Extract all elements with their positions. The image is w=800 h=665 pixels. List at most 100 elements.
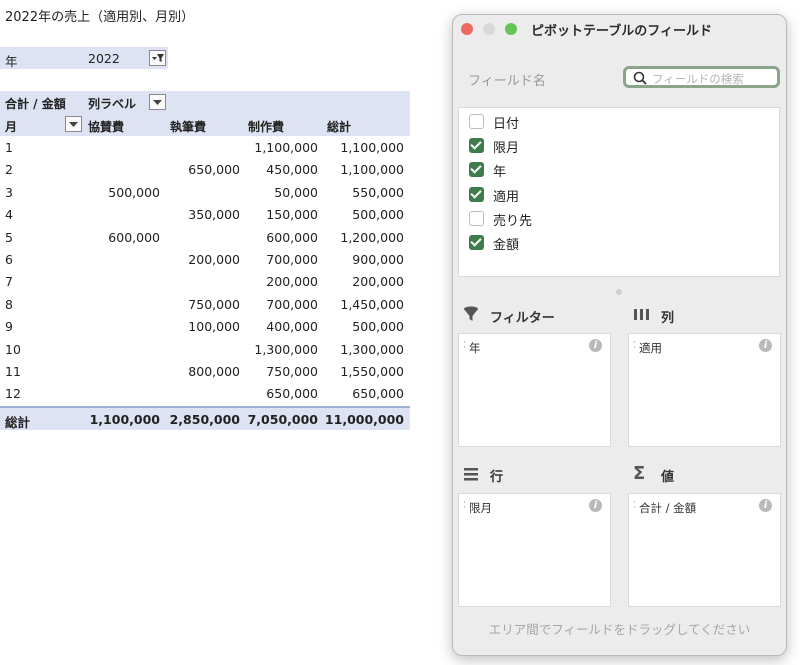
field-checkbox[interactable] — [469, 114, 484, 129]
row-labels-header: 月 — [5, 120, 18, 134]
values-area-title: 値 — [661, 470, 675, 485]
table-row: 7 200,000 200,000 — [0, 270, 410, 292]
field-label: 年 — [493, 165, 507, 180]
value-cell: 200,000 — [266, 274, 318, 290]
month-cell: 7 — [5, 274, 13, 290]
rows-area-title: 行 — [490, 470, 504, 485]
table-row: 11 800,000 750,000 1,550,000 — [0, 360, 410, 382]
column-header-seisaku: 制作費 — [248, 120, 285, 134]
value-cell: 550,000 — [352, 184, 404, 200]
field-checkbox[interactable] — [469, 187, 484, 202]
field-checkbox[interactable] — [469, 138, 484, 153]
value-cell: 1,100,000 — [340, 162, 404, 178]
report-filter-row: 年 2022 — [0, 47, 168, 69]
value-cell: 650,000 — [266, 386, 318, 402]
month-cell: 9 — [5, 319, 13, 335]
month-cell: 11 — [5, 364, 21, 379]
table-row: 9 100,000 400,000 500,000 — [0, 315, 410, 337]
drag-handle-icon[interactable]: · · — [633, 499, 636, 513]
value-cell: 1,100,000 — [254, 140, 318, 155]
field-checkbox[interactable] — [469, 162, 484, 177]
value-cell: 1,450,000 — [340, 296, 404, 312]
value-cell: 1,550,000 — [340, 364, 404, 379]
rows-area-item[interactable]: · · 限月 — [463, 499, 492, 516]
table-row: 6 200,000 700,000 900,000 — [0, 248, 410, 270]
field-name-label: フィールド名 — [468, 74, 546, 89]
value-cell: 150,000 — [266, 207, 318, 223]
info-icon[interactable]: i — [589, 339, 602, 352]
info-icon[interactable]: i — [759, 499, 772, 512]
report-filter-dropdown-button[interactable] — [149, 50, 166, 66]
field-label: 限月 — [493, 141, 520, 156]
table-row: 1 1,100,000 1,100,000 — [0, 136, 410, 158]
value-cell: 600,000 — [266, 229, 318, 245]
pivot-corner-label: 合計 / 金額 — [5, 97, 66, 111]
field-label: 金額 — [493, 238, 520, 253]
info-icon[interactable]: i — [759, 339, 772, 352]
value-cell: 200,000 — [352, 274, 404, 290]
columns-icon — [634, 309, 649, 320]
panel-splitter-handle[interactable] — [616, 289, 622, 295]
value-cell: 1,300,000 — [340, 341, 404, 357]
close-window-button[interactable] — [461, 23, 473, 35]
value-cell: 700,000 — [266, 296, 318, 312]
value-cell: 750,000 — [266, 364, 318, 379]
value-cell: 500,000 — [352, 319, 404, 335]
table-row: 12 650,000 650,000 — [0, 382, 410, 404]
drag-handle-icon[interactable]: · · — [633, 339, 636, 353]
grand-total-cell: 11,000,000 — [324, 411, 404, 427]
panel-titlebar[interactable]: ピボットテーブルのフィールド — [453, 15, 786, 43]
value-cell: 450,000 — [266, 162, 318, 178]
values-area-item[interactable]: · · 合計 / 金額 — [633, 499, 696, 516]
filter-dropdown-icon — [152, 54, 164, 62]
value-cell: 400,000 — [266, 319, 318, 335]
month-cell: 5 — [5, 229, 13, 245]
search-icon — [633, 71, 647, 85]
value-cell: 1,300,000 — [254, 341, 318, 357]
value-cell: 800,000 — [188, 364, 240, 379]
columns-area-box[interactable]: · · 適用 i — [628, 333, 781, 447]
field-checkbox[interactable] — [469, 235, 484, 250]
month-cell: 4 — [5, 207, 13, 223]
value-cell: 900,000 — [352, 252, 404, 267]
month-cell: 1 — [5, 140, 13, 155]
column-header-shippitsu: 執筆費 — [170, 120, 207, 134]
field-list: 日付 限月 年 適用 売り先 金額 — [458, 107, 780, 277]
grand-total-cell: 1,100,000 — [89, 411, 160, 427]
table-row: 3 500,000 50,000 550,000 — [0, 181, 410, 203]
table-row: 10 1,300,000 1,300,000 — [0, 338, 410, 360]
field-label: 日付 — [493, 117, 520, 132]
drag-hint-text: エリア間でフィールドをドラッグしてください — [488, 622, 751, 637]
values-area-box[interactable]: · · 合計 / 金額 i — [628, 493, 781, 607]
minimize-window-button[interactable] — [483, 23, 495, 35]
pivot-header: 合計 / 金額 列ラベル 月 協賛費 執筆費 制作費 総計 — [0, 91, 410, 136]
month-cell: 10 — [5, 341, 21, 357]
field-checkbox[interactable] — [469, 211, 484, 226]
value-cell: 1,200,000 — [340, 229, 404, 245]
info-icon[interactable]: i — [589, 499, 602, 512]
zoom-window-button[interactable] — [505, 23, 517, 35]
columns-area-item-label: 適用 — [639, 341, 662, 355]
value-cell: 500,000 — [108, 184, 160, 200]
value-cell: 750,000 — [188, 296, 240, 312]
columns-area-item[interactable]: · · 適用 — [633, 339, 662, 356]
table-row: 4 350,000 150,000 500,000 — [0, 203, 410, 225]
table-row: 8 750,000 700,000 1,450,000 — [0, 293, 410, 315]
column-labels-dropdown-button[interactable] — [149, 94, 166, 110]
field-search-input[interactable]: フィールドの検索 — [623, 66, 780, 88]
report-filter-label: 年 — [5, 54, 18, 69]
rows-area-item-label: 限月 — [469, 501, 492, 515]
value-cell: 700,000 — [266, 252, 318, 267]
pivot-fields-panel: ピボットテーブルのフィールド フィールド名 フィールドの検索 日付 限月 年 適… — [452, 14, 787, 656]
filter-area-item[interactable]: · · 年 — [463, 339, 481, 356]
filter-area-title: フィルター — [490, 311, 555, 326]
drag-handle-icon[interactable]: · · — [463, 339, 466, 353]
column-header-kyosan: 協賛費 — [88, 120, 125, 134]
filter-area-box[interactable]: · · 年 i — [458, 333, 611, 447]
columns-area-title: 列 — [661, 311, 675, 326]
drag-handle-icon[interactable]: · · — [463, 499, 466, 513]
row-labels-dropdown-button[interactable] — [65, 116, 82, 132]
grand-total-label: 総計 — [5, 414, 31, 430]
rows-area-box[interactable]: · · 限月 i — [458, 493, 611, 607]
grand-total-cell: 7,050,000 — [247, 411, 318, 427]
